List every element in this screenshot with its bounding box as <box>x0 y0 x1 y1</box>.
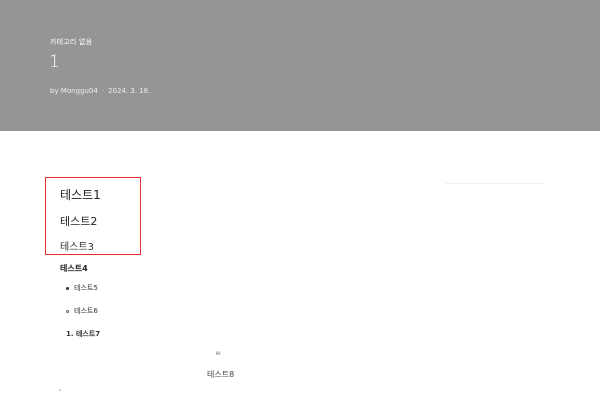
ordered-list-item: 1. 테스트7 <box>66 329 100 339</box>
quote-mark-icon: ❝ <box>215 349 221 362</box>
bullet-disc-icon <box>66 286 69 290</box>
small-dot-icon <box>59 389 61 391</box>
divider <box>445 183 545 184</box>
post-header: 카테고리 없음 1 by Monggu04 · 2024. 3. 18. <box>0 0 600 131</box>
circle-list-item: 테스트6 <box>66 306 98 316</box>
post-date: 2024. 3. 18. <box>108 87 151 95</box>
author-label: by Monggu04 <box>50 87 98 95</box>
circle-list-item-text: 테스트6 <box>74 307 98 315</box>
heading-1: 테스트1 <box>60 188 101 202</box>
heading-2: 테스트2 <box>60 215 98 228</box>
page: 카테고리 없음 1 by Monggu04 · 2024. 3. 18. 테스트… <box>0 0 600 393</box>
heading-4: 테스트4 <box>60 264 88 273</box>
bullet-circle-icon <box>66 309 69 313</box>
bullet-list-item: 테스트5 <box>66 283 98 293</box>
category-link[interactable]: 카테고리 없음 <box>50 37 92 47</box>
ordered-list-item-text: 1. 테스트7 <box>66 330 101 338</box>
post-meta: by Monggu04 · 2024. 3. 18. <box>50 87 150 95</box>
post-title: 1 <box>49 52 60 72</box>
heading-3: 테스트3 <box>60 242 94 253</box>
bullet-list-item-text: 테스트5 <box>74 284 98 292</box>
blockquote-text: 테스트8 <box>207 370 235 379</box>
meta-separator: · <box>101 87 105 95</box>
